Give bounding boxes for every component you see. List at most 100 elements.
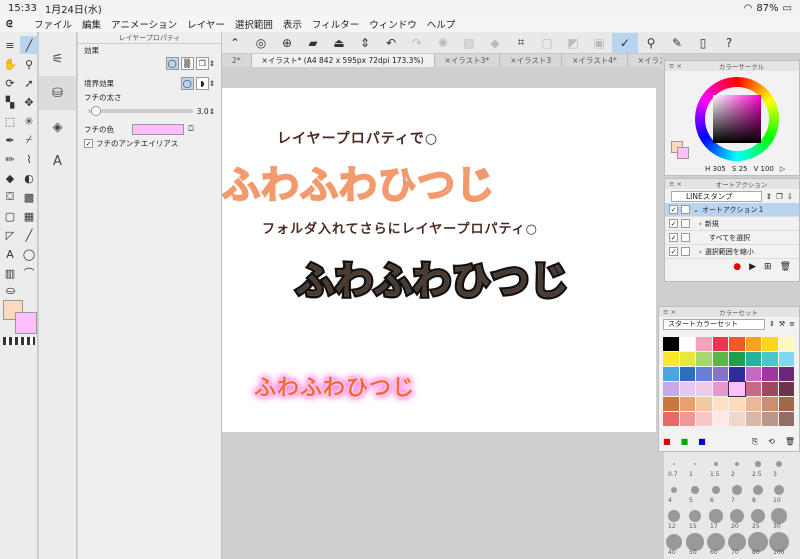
effect-layer-color-icon[interactable]: ❐ <box>195 56 209 70</box>
panel-menu-icon[interactable]: ≡ × <box>669 62 682 70</box>
drawing-canvas[interactable]: レイヤープロパティで○ ふわふわひつじ フォルダ入れてさらにレイヤープロパティ○… <box>222 88 656 432</box>
color-swatch[interactable] <box>762 352 778 366</box>
brush-size-dot[interactable] <box>714 462 718 466</box>
open-folder-icon[interactable]: ▰ <box>300 33 326 53</box>
line-correction-icon[interactable]: ╱ <box>20 226 38 244</box>
transparent-color-swatch[interactable] <box>3 337 35 345</box>
chevron-updown-icon[interactable]: ⇕ <box>769 320 775 328</box>
brush-size-dot[interactable] <box>753 485 763 495</box>
menu-animation[interactable]: アニメーション <box>111 17 177 31</box>
layer-icon[interactable]: ▥ <box>1 264 19 282</box>
rotate-icon[interactable]: ⟳ <box>1 74 19 92</box>
copy-icon[interactable]: ❐ <box>776 192 783 201</box>
red-marker-icon[interactable]: ■ <box>663 437 671 447</box>
brush-size-dot[interactable] <box>755 461 761 467</box>
menu-view[interactable]: 表示 <box>283 17 302 31</box>
deselect-icon[interactable]: ▢ <box>534 33 560 53</box>
brush-size-dot[interactable] <box>709 509 723 523</box>
border-width-slider[interactable] <box>88 106 193 116</box>
menu-file[interactable]: ファイル <box>34 17 72 31</box>
clear-icon[interactable]: ▧ <box>456 33 482 53</box>
action-item[interactable]: ✓ すべてを選択 <box>665 231 799 245</box>
slider-knob[interactable] <box>91 106 102 116</box>
color-swatch[interactable] <box>696 367 712 381</box>
menu-help[interactable]: ヘルプ <box>427 17 456 31</box>
color-swatch[interactable] <box>696 397 712 411</box>
menu-icon[interactable]: ≡ <box>789 320 795 328</box>
fill-icon[interactable]: ◆ <box>482 33 508 53</box>
color-swatch[interactable] <box>679 397 695 411</box>
brush-size-dot[interactable] <box>711 485 721 495</box>
bucket-icon[interactable]: ⛋ <box>188 124 194 134</box>
ruler-icon[interactable]: ◸ <box>1 226 19 244</box>
gradient-icon[interactable]: ▩ <box>20 188 38 206</box>
layer-move-icon[interactable]: ▚ <box>1 93 19 111</box>
app-logo-icon[interactable]: ᘓ <box>6 19 24 30</box>
color-swatch[interactable] <box>712 352 728 366</box>
eyedropper-icon[interactable]: ⌿ <box>20 131 38 149</box>
color-swatch[interactable] <box>762 337 778 351</box>
border-color-swatch[interactable] <box>132 123 184 135</box>
action-item[interactable]: ✓ › 選択範囲を縮小 <box>665 245 799 259</box>
color-swatch[interactable] <box>745 382 761 396</box>
effect-border-icon[interactable]: ◯ <box>165 56 179 70</box>
add-action-icon[interactable]: ⊞ <box>764 262 772 272</box>
menu-filter[interactable]: フィルター <box>312 17 359 31</box>
color-swatch[interactable] <box>778 367 794 381</box>
record-icon[interactable]: ● <box>733 262 741 272</box>
color-swatch[interactable] <box>729 412 745 426</box>
stepper-icon[interactable]: ⇕ <box>352 33 378 53</box>
tab-illust3b[interactable]: × イラスト3 <box>500 54 563 67</box>
add-color-icon[interactable]: ⎘ <box>752 437 758 447</box>
color-swatch[interactable] <box>712 397 728 411</box>
delete-icon[interactable]: 🗑 <box>780 262 791 272</box>
saturation-value-square[interactable] <box>713 95 761 143</box>
color-swatch[interactable] <box>696 412 712 426</box>
selection-icon[interactable]: ▣ <box>586 33 612 53</box>
color-swatch[interactable] <box>778 352 794 366</box>
grip-icon[interactable]: ≡ <box>1 36 19 54</box>
stepper-icon[interactable]: ⇕ <box>209 107 215 116</box>
color-swatch[interactable] <box>712 412 728 426</box>
hand-icon[interactable]: ✋ <box>1 55 19 73</box>
color-swatch[interactable] <box>679 367 695 381</box>
new-canvas-icon[interactable]: ⊕ <box>274 33 300 53</box>
panel-menu-icon[interactable]: ≡ × <box>669 180 682 188</box>
color-swatch[interactable] <box>712 382 728 396</box>
chevron-updown-icon[interactable]: ⇕ <box>209 79 215 88</box>
frame-icon[interactable]: ▦ <box>20 207 38 225</box>
color-swatch[interactable] <box>679 352 695 366</box>
color-swatch[interactable] <box>778 412 794 426</box>
color-swatch[interactable] <box>745 352 761 366</box>
effect-tone-icon[interactable]: ▒ <box>180 56 194 70</box>
color-swatch[interactable] <box>729 367 745 381</box>
blue-marker-icon[interactable]: ■ <box>698 437 706 447</box>
blend-icon[interactable]: ◐ <box>20 169 38 187</box>
action-item[interactable]: ✓ ⌄ オートアクション１ <box>665 203 799 217</box>
play-icon[interactable]: ▶ <box>749 262 756 272</box>
watercolor-edge-icon[interactable]: ◗ <box>195 76 209 90</box>
import-icon[interactable]: ⇩ <box>787 192 793 201</box>
brush-size-dot[interactable] <box>665 533 683 551</box>
action-item[interactable]: ✓ › 新規 <box>665 217 799 231</box>
menu-selection[interactable]: 選択範囲 <box>235 17 273 31</box>
brush-size-dot[interactable] <box>750 508 766 524</box>
layer-property-icon[interactable]: ⛁ <box>39 76 76 110</box>
undo-icon[interactable]: ↶ <box>378 33 404 53</box>
tab-illust3a[interactable]: × イラスト3* <box>435 54 501 67</box>
color-swatch[interactable] <box>712 367 728 381</box>
pencil-mode-icon[interactable]: ✎ <box>664 33 690 53</box>
brush-size-dot[interactable] <box>668 510 680 522</box>
figure-icon[interactable]: ▢ <box>1 207 19 225</box>
color-swatch[interactable] <box>778 382 794 396</box>
color-swatch[interactable] <box>696 337 712 351</box>
curve-icon[interactable]: ⌒ <box>20 264 38 282</box>
tab-active[interactable]: × イラスト* (A4 842 x 595px 72dpi 173.3%) <box>251 54 435 67</box>
color-swatch[interactable] <box>663 382 679 396</box>
play-icon[interactable]: ▷ <box>780 165 785 173</box>
delete-icon[interactable]: 🗑 <box>785 437 795 447</box>
panel-menu-icon[interactable]: ≡ × <box>663 308 676 316</box>
settings-icon[interactable]: ⚒ <box>779 320 785 328</box>
color-swatch[interactable] <box>729 397 745 411</box>
color-swatch[interactable] <box>762 382 778 396</box>
